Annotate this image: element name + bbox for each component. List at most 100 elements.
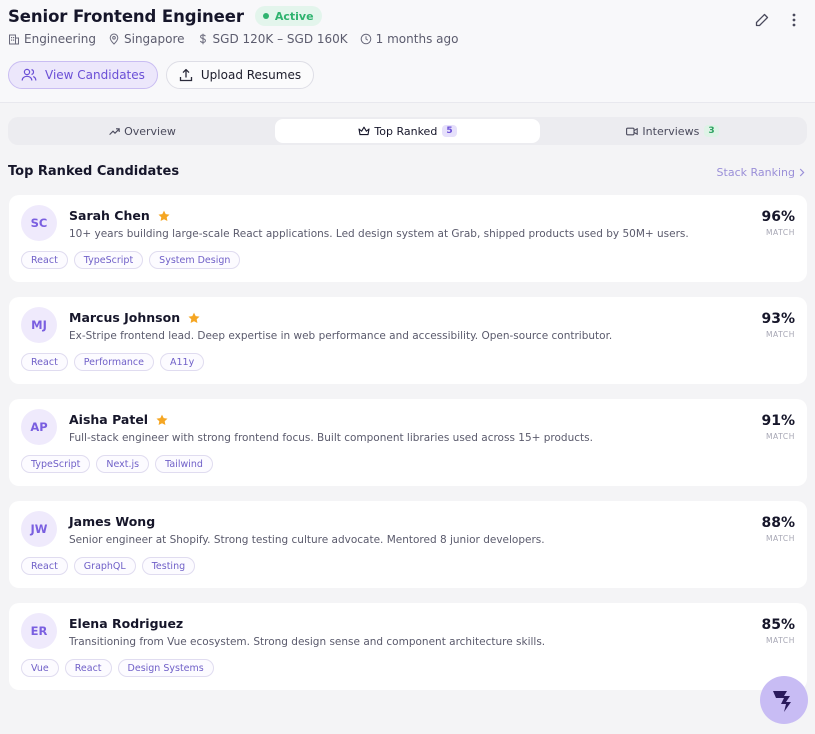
header-divider bbox=[0, 102, 815, 103]
clock-icon bbox=[360, 33, 371, 45]
skill-tag: Testing bbox=[141, 557, 196, 575]
upload-resumes-label: Upload Resumes bbox=[200, 68, 302, 82]
status-badge: Active bbox=[254, 6, 322, 26]
location-text: Singapore bbox=[124, 32, 185, 46]
job-meta: Engineering Singapore SGD 120K – SGD 160… bbox=[8, 32, 470, 46]
star-icon bbox=[156, 414, 168, 426]
star-icon bbox=[188, 312, 200, 324]
salary-text: SGD 120K – SGD 160K bbox=[212, 32, 348, 46]
location-pin-icon bbox=[109, 33, 119, 45]
match-score-value: 91% bbox=[761, 413, 795, 429]
chevron-right-icon bbox=[799, 168, 805, 177]
assistant-fab-button[interactable] bbox=[760, 676, 808, 724]
candidate-summary: Senior engineer at Shopify. Strong testi… bbox=[69, 534, 545, 546]
video-icon bbox=[626, 127, 639, 135]
skill-tag: React bbox=[64, 659, 112, 677]
upload-resumes-button[interactable]: Upload Resumes bbox=[165, 61, 315, 89]
skill-tags: React Performance A11y bbox=[21, 353, 210, 371]
avatar: AP bbox=[21, 409, 57, 445]
salary-meta: SGD 120K – SGD 160K bbox=[197, 32, 348, 46]
skill-tags: React TypeScript System Design bbox=[21, 251, 246, 269]
match-score: 91% MATCH bbox=[761, 413, 795, 441]
department-text: Engineering bbox=[24, 32, 96, 46]
action-row: View Candidates Upload Resumes bbox=[8, 61, 322, 89]
avatar: ER bbox=[21, 613, 57, 649]
title-row: Senior Frontend Engineer Active bbox=[8, 6, 322, 26]
users-icon bbox=[21, 68, 37, 81]
upload-icon bbox=[179, 68, 193, 82]
skill-tag: Tailwind bbox=[155, 455, 213, 473]
candidate-card[interactable]: MJ Marcus Johnson Ex-Stripe frontend lea… bbox=[9, 297, 807, 384]
match-score-value: 93% bbox=[761, 311, 795, 327]
candidate-card[interactable]: ER Elena Rodriguez Transitioning from Vu… bbox=[9, 603, 807, 690]
building-icon bbox=[9, 34, 19, 45]
tab-bar: Overview Top Ranked 5 Interviews 3 bbox=[8, 117, 807, 145]
star-icon bbox=[158, 210, 170, 222]
match-score-label: MATCH bbox=[765, 534, 795, 543]
candidate-name-row: Sarah Chen bbox=[69, 208, 170, 223]
candidate-card[interactable]: AP Aisha Patel Full-stack engineer with … bbox=[9, 399, 807, 486]
match-score-label: MATCH bbox=[765, 432, 795, 441]
match-score-value: 96% bbox=[761, 209, 795, 225]
skill-tag: React bbox=[21, 557, 68, 575]
skill-tag: GraphQL bbox=[73, 557, 136, 575]
tab-count-badge: 5 bbox=[442, 125, 457, 137]
section-title: Top Ranked Candidates bbox=[8, 164, 180, 179]
avatar: SC bbox=[21, 205, 57, 241]
skill-tag: Vue bbox=[21, 659, 59, 677]
department-meta: Engineering bbox=[8, 32, 96, 46]
candidate-name: James Wong bbox=[69, 514, 156, 529]
skill-tags: TypeScript Next.js Tailwind bbox=[21, 455, 219, 473]
match-score: 96% MATCH bbox=[761, 209, 795, 237]
match-score: 88% MATCH bbox=[761, 515, 795, 543]
stack-ranking-label: Stack Ranking bbox=[716, 166, 795, 179]
skill-tag: TypeScript bbox=[73, 251, 144, 269]
view-candidates-button[interactable]: View Candidates bbox=[8, 61, 158, 89]
candidate-name: Sarah Chen bbox=[69, 208, 150, 223]
candidate-card[interactable]: SC Sarah Chen 10+ years building large-s… bbox=[9, 195, 807, 282]
avatar: MJ bbox=[21, 307, 57, 343]
posted-text: 1 months ago bbox=[375, 32, 459, 46]
candidate-summary: Ex-Stripe frontend lead. Deep expertise … bbox=[69, 330, 613, 342]
tab-count-badge: 3 bbox=[704, 125, 719, 137]
candidate-summary: Transitioning from Vue ecosystem. Strong… bbox=[69, 636, 546, 648]
skill-tag: A11y bbox=[160, 353, 205, 371]
candidate-name: Elena Rodriguez bbox=[69, 616, 184, 631]
page-title: Senior Frontend Engineer bbox=[8, 6, 244, 26]
match-score-value: 88% bbox=[761, 515, 795, 531]
candidate-name-row: Aisha Patel bbox=[69, 412, 168, 427]
match-score: 85% MATCH bbox=[761, 617, 795, 645]
candidate-name-row: Marcus Johnson bbox=[69, 310, 200, 325]
skill-tag: React bbox=[21, 353, 68, 371]
tab-top-ranked[interactable]: Top Ranked 5 bbox=[275, 119, 540, 143]
candidate-name-row: Elena Rodriguez bbox=[69, 616, 183, 631]
edit-icon[interactable] bbox=[751, 9, 773, 31]
skill-tag: System Design bbox=[149, 251, 241, 269]
location-meta: Singapore bbox=[108, 32, 185, 46]
tab-label: Top Ranked bbox=[374, 124, 438, 138]
candidate-summary: Full-stack engineer with strong frontend… bbox=[69, 432, 593, 444]
candidate-list: SC Sarah Chen 10+ years building large-s… bbox=[9, 195, 807, 705]
header-actions bbox=[741, 9, 805, 31]
stack-ranking-link[interactable]: Stack Ranking bbox=[717, 166, 805, 179]
candidate-card[interactable]: JW James Wong Senior engineer at Shopify… bbox=[9, 501, 807, 588]
assistant-logo-icon bbox=[773, 691, 791, 712]
match-score-label: MATCH bbox=[765, 636, 795, 645]
status-dot bbox=[262, 13, 269, 19]
posted-meta: 1 months ago bbox=[360, 32, 459, 46]
candidate-name-row: James Wong bbox=[69, 514, 155, 529]
skill-tags: React GraphQL Testing bbox=[21, 557, 201, 575]
skill-tag: Performance bbox=[73, 353, 154, 371]
avatar: JW bbox=[21, 511, 57, 547]
skill-tag: React bbox=[21, 251, 68, 269]
skill-tag: Next.js bbox=[96, 455, 150, 473]
skill-tag: Design Systems bbox=[117, 659, 214, 677]
crown-icon bbox=[358, 126, 370, 136]
candidate-name: Marcus Johnson bbox=[69, 310, 181, 325]
more-options-icon[interactable] bbox=[783, 9, 805, 31]
tab-overview[interactable]: Overview bbox=[10, 119, 275, 143]
job-header: Senior Frontend Engineer Active Engineer… bbox=[0, 0, 815, 102]
skill-tags: Vue React Design Systems bbox=[21, 659, 220, 677]
tab-interviews[interactable]: Interviews 3 bbox=[540, 119, 805, 143]
candidate-summary: 10+ years building large-scale React app… bbox=[69, 228, 689, 240]
